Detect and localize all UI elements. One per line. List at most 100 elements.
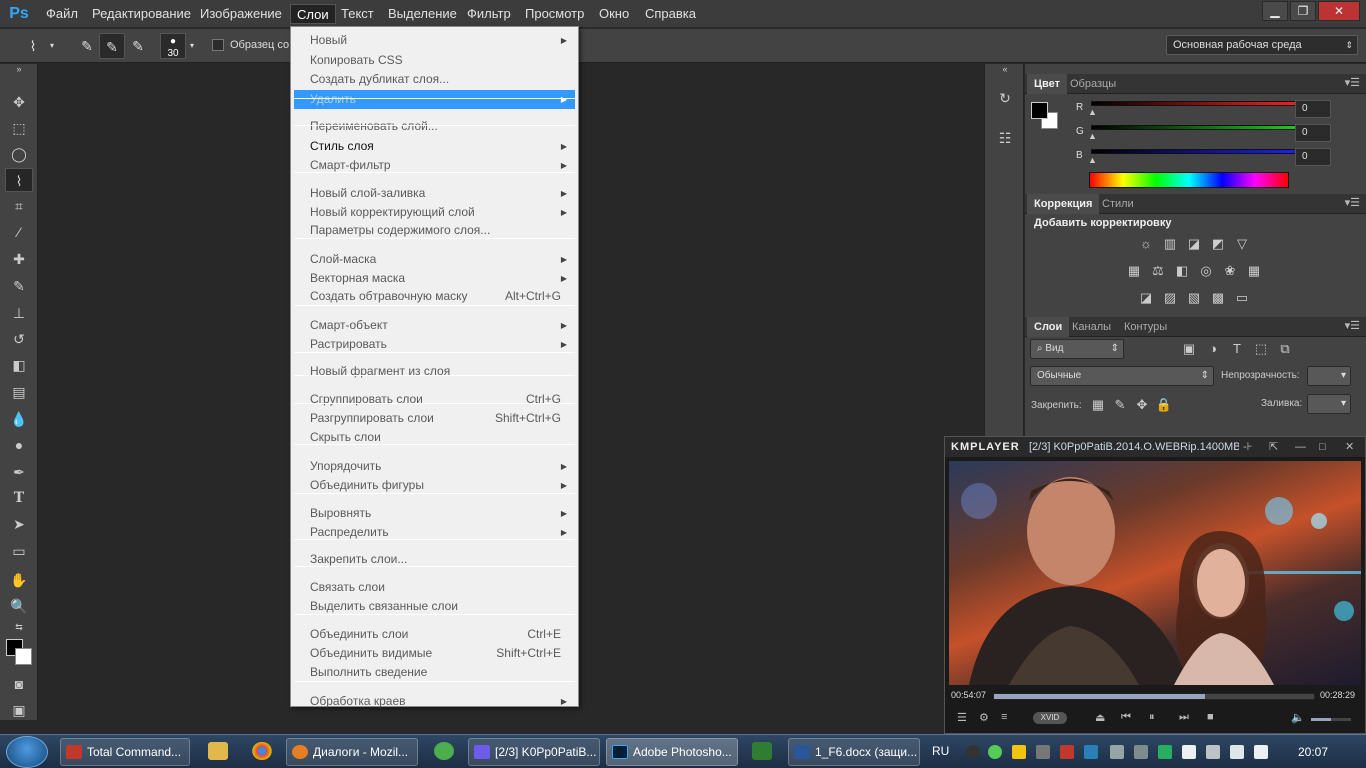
layer-menu-item[interactable]: Новый ▶ [294, 31, 575, 50]
eyedropper-tool-icon[interactable]: ⁄ [5, 220, 33, 244]
red-value[interactable]: 0 [1295, 100, 1331, 118]
layer-menu-item[interactable]: Копировать CSS [294, 51, 575, 70]
layer-filter-select[interactable]: ⌕ Вид ⇕ [1030, 339, 1124, 359]
minimize-icon[interactable]: — [1295, 437, 1306, 457]
sample-all-layers-checkbox[interactable] [212, 39, 224, 51]
seek-bar[interactable] [993, 693, 1315, 700]
workspace-select[interactable]: Основная рабочая среда ⇕ [1166, 35, 1358, 55]
video-frame[interactable] [949, 461, 1361, 685]
gradient-map-icon[interactable]: ▭ [1233, 290, 1251, 306]
pin-icon[interactable]: -⊦ [1243, 437, 1252, 457]
blue-value[interactable]: 0 [1295, 148, 1331, 166]
tray-nvidia-icon[interactable] [1158, 745, 1172, 759]
color-spectrum-ramp[interactable] [1089, 172, 1289, 188]
tray-ru-icon[interactable] [1036, 745, 1050, 759]
menu-type[interactable]: Текст [335, 4, 380, 24]
properties-panel-icon[interactable]: ☷ [993, 126, 1017, 150]
brush-size-picker[interactable]: ● 30 [160, 33, 186, 59]
new-selection-icon[interactable]: ✎ [74, 33, 100, 59]
clock[interactable]: 20:07 [1298, 745, 1328, 759]
eject-icon[interactable]: ⏏ [1095, 711, 1105, 724]
eraser-tool-icon[interactable]: ◧ [5, 353, 33, 377]
tray-device-icon[interactable] [1134, 745, 1148, 759]
close-icon[interactable]: ✕ [1345, 437, 1354, 457]
menu-icon[interactable]: ≡ [1001, 711, 1007, 723]
start-button[interactable] [6, 736, 48, 768]
green-slider-thumb[interactable]: ▲ [1088, 131, 1097, 141]
minimize-button[interactable]: ▁ [1262, 1, 1288, 21]
chrome-icon[interactable] [252, 742, 272, 760]
maximize-icon[interactable]: □ [1319, 437, 1326, 457]
layer-menu-item[interactable]: Стиль слоя ▶ [294, 137, 575, 156]
tray-add-icon[interactable] [988, 745, 1002, 759]
tray-tool-icon[interactable] [1012, 745, 1026, 759]
channel-mixer-icon[interactable]: ❀ [1221, 263, 1239, 279]
curves-icon[interactable]: ◪ [1185, 236, 1203, 252]
tray-network-icon[interactable] [1084, 745, 1098, 759]
dodge-tool-icon[interactable]: ● [5, 433, 33, 457]
subtract-selection-icon[interactable]: ✎ [125, 33, 151, 59]
history-panel-icon[interactable]: ↻ [993, 86, 1017, 110]
language-indicator[interactable]: RU [932, 744, 949, 758]
layer-menu-item[interactable]: Упорядочить ▶ [294, 457, 575, 476]
close-button[interactable]: ✕ [1318, 1, 1360, 21]
quick-selection-preset-icon[interactable]: ⌇ [20, 33, 46, 59]
hue-saturation-icon[interactable]: ▦ [1125, 263, 1143, 279]
collapse-icon[interactable]: » [5, 64, 33, 74]
taskbar-firefox[interactable]: Диалоги - Mozil... [286, 738, 418, 766]
move-tool-icon[interactable]: ✥ [5, 90, 33, 114]
tray-app-icon[interactable] [966, 745, 980, 759]
menu-image[interactable]: Изображение [194, 4, 288, 24]
menu-edit[interactable]: Редактирование [86, 4, 197, 24]
volume-slider[interactable] [1311, 718, 1351, 721]
invert-icon[interactable]: ◪ [1137, 290, 1155, 306]
selective-color-icon[interactable]: ▩ [1209, 290, 1227, 306]
levels-icon[interactable]: ▥ [1161, 236, 1179, 252]
filter-type-icon[interactable]: T [1228, 341, 1246, 357]
preset-dropdown-icon[interactable]: ▾ [46, 33, 58, 59]
healing-brush-tool-icon[interactable]: ✚ [5, 247, 33, 271]
maximize-button[interactable]: ❐ [1290, 1, 1316, 21]
tab-layers[interactable]: Слои [1027, 317, 1070, 337]
menu-help[interactable]: Справка [639, 4, 702, 24]
black-white-icon[interactable]: ◧ [1173, 263, 1191, 279]
lock-pixels-icon[interactable]: ✎ [1111, 397, 1129, 413]
layer-menu-item[interactable]: Обработка краев ▶ [294, 692, 575, 711]
color-lookup-icon[interactable]: ▦ [1245, 263, 1263, 279]
layer-menu-item[interactable]: Создать дубликат слоя... [294, 70, 575, 89]
exposure-icon[interactable]: ◩ [1209, 236, 1227, 252]
layer-menu-item[interactable]: Векторная маска ▶ [294, 269, 575, 288]
menu-window[interactable]: Окно [593, 4, 635, 24]
rectangle-tool-icon[interactable]: ▭ [5, 539, 33, 563]
panel-menu-icon[interactable]: ▾☰ [1345, 319, 1360, 332]
foreground-color-swatch[interactable] [1031, 102, 1048, 119]
zoom-tool-icon[interactable]: 🔍 [5, 594, 33, 618]
layer-menu-item[interactable]: Разгруппировать слои Shift+Ctrl+G [294, 409, 575, 428]
layer-menu-item[interactable]: Новый слой-заливка ▶ [294, 184, 575, 203]
clone-stamp-tool-icon[interactable]: ⊥ [5, 301, 33, 325]
filter-adjustment-icon[interactable]: ◑ [1204, 341, 1222, 357]
filter-smart-object-icon[interactable]: ⧉ [1276, 341, 1294, 357]
lock-all-icon[interactable]: 🔒 [1155, 397, 1173, 413]
taskbar-photoshop[interactable]: Adobe Photosho... [606, 738, 738, 766]
photo-filter-icon[interactable]: ◎ [1197, 263, 1215, 279]
blue-slider-thumb[interactable]: ▲ [1088, 155, 1097, 165]
hand-tool-icon[interactable]: ✋ [5, 568, 33, 592]
menu-select[interactable]: Выделение [382, 4, 463, 24]
green-slider[interactable] [1091, 125, 1305, 130]
layer-menu-item[interactable]: Создать обтравочную маску Alt+Ctrl+G [294, 287, 575, 306]
layer-menu-item[interactable]: Переименовать слой... [294, 117, 575, 136]
posterize-icon[interactable]: ▨ [1161, 290, 1179, 306]
utorrent-icon[interactable] [434, 742, 454, 760]
stop-icon[interactable]: ■ [1207, 711, 1214, 723]
menu-layer[interactable]: Слои [290, 4, 336, 24]
quick-mask-icon[interactable]: ◙ [5, 672, 33, 696]
green-value[interactable]: 0 [1295, 124, 1331, 142]
crop-tool-icon[interactable]: ⌗ [5, 194, 33, 218]
tray-display-icon[interactable] [1110, 745, 1124, 759]
explorer-icon[interactable] [208, 742, 228, 760]
tab-styles[interactable]: Стили [1095, 194, 1141, 214]
next-icon[interactable]: ⏭ [1179, 711, 1189, 724]
filter-shape-icon[interactable]: ⬚ [1252, 341, 1270, 357]
marquee-tool-icon[interactable]: ⬚ [5, 116, 33, 140]
